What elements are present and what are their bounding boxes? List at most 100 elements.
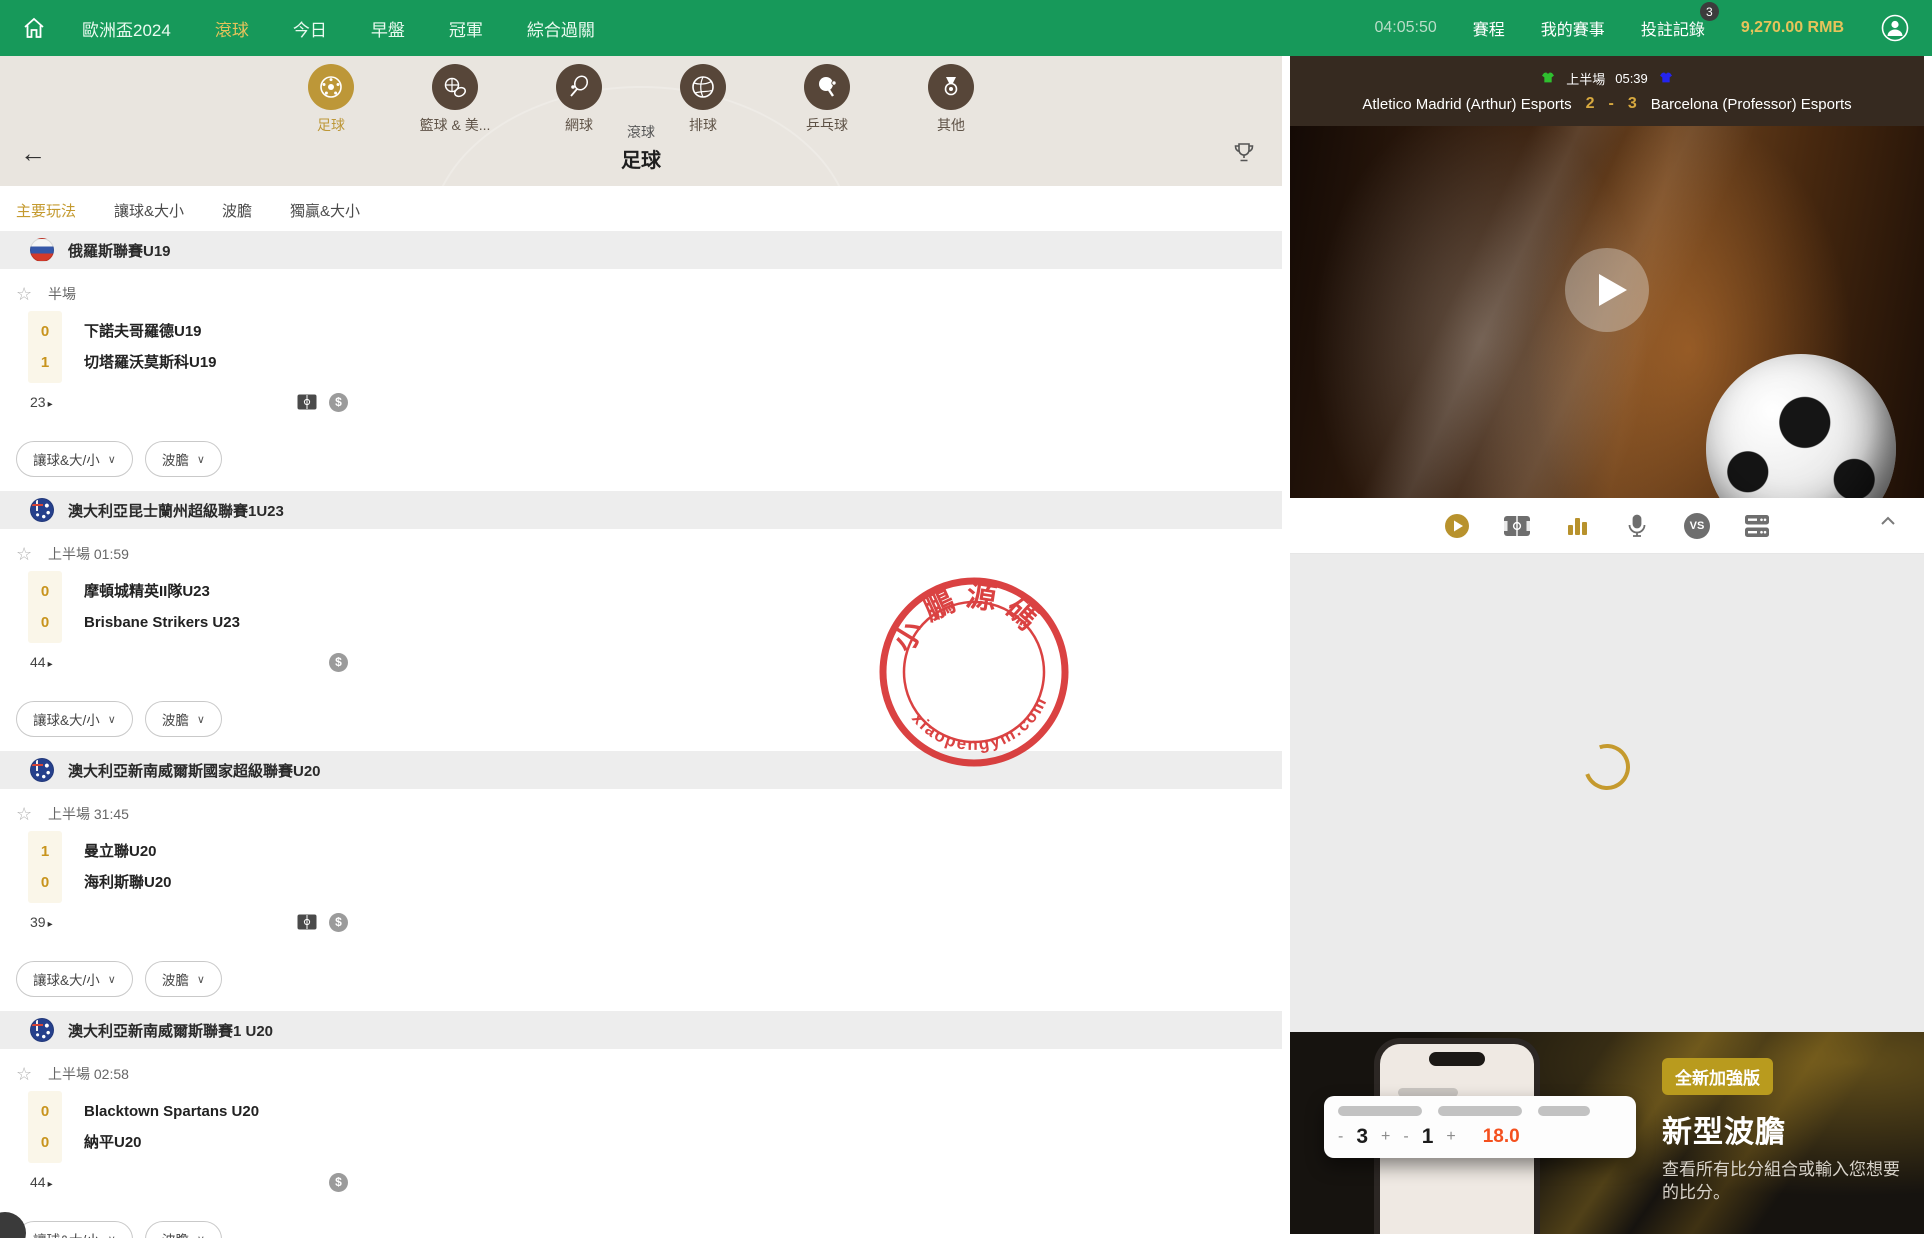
live-score-bar: 上半場 05:39 Atletico Madrid (Arthur) Espor… (1290, 56, 1924, 126)
favorite-star-icon[interactable]: ☆ (16, 804, 48, 825)
teams[interactable]: 0 1 下諾夫哥羅德U19 切塔羅沃莫斯科U19 (28, 311, 374, 383)
link-bet-records[interactable]: 投註記錄 3 (1640, 2, 1719, 40)
teams[interactable]: 1 0 曼立聯U20 海利斯聯U20 (28, 831, 374, 903)
more-markets-toggle[interactable]: 23 ▸ (30, 394, 53, 410)
nav-item[interactable]: 滾球 (215, 16, 249, 41)
basketball-icon (432, 64, 478, 110)
head-to-head-icon[interactable]: VS (1682, 511, 1712, 541)
favorite-star-icon[interactable]: ☆ (16, 284, 48, 305)
pill-correct-score[interactable]: 波膽 ∨ (144, 961, 222, 997)
live-period: 上半場 (1566, 72, 1606, 87)
commentary-mic-icon[interactable] (1622, 511, 1652, 541)
league-name: 澳大利亞新南威爾斯聯賽1 U20 (68, 1022, 274, 1040)
match-tracker-icon[interactable] (297, 914, 317, 930)
odds-column-header (594, 1055, 698, 1095)
trophy-icon[interactable] (1232, 140, 1256, 164)
bet-records-label: 投註記錄 (1640, 22, 1705, 39)
pill-label: 波膽 (162, 1229, 189, 1238)
cashout-icon[interactable]: $ (329, 1172, 348, 1192)
team2-score: 0 (40, 1134, 50, 1151)
odds-column-header (1144, 1055, 1248, 1095)
lineup-icon[interactable] (1742, 511, 1772, 541)
promo-description: 查看所有比分組合或輸入您想要的比分。 (1662, 1160, 1900, 1202)
home-icon[interactable] (22, 15, 48, 41)
odds-column (924, 535, 1028, 687)
video-play-button[interactable] (1565, 247, 1649, 332)
odds-column-header (814, 795, 918, 835)
promo-banner[interactable]: - 3 + - 1 + 18.0 全新加強版 新型波膽 查看所有比分組合或輸入您… (1290, 1032, 1924, 1234)
team1-name: Blacktown Spartans U20 (84, 1103, 260, 1120)
pill-handicap-ou[interactable]: 讓球&大/小 ∨ (16, 441, 133, 477)
odds-column-header (484, 795, 588, 835)
cashout-icon[interactable]: $ (329, 392, 348, 412)
odds-column (594, 1055, 698, 1207)
score-odds-cell (1342, 1175, 1378, 1177)
pitch-tracker-icon[interactable] (1502, 511, 1532, 541)
loading-spinner-icon (1576, 736, 1638, 798)
sport-header: ← 足球 籃球 & 美... 網球 排球 乒乓球 其他 滾球 足球 (0, 56, 1282, 186)
favorite-star-icon[interactable]: ☆ (16, 1064, 48, 1085)
plus-button: + (1381, 1128, 1391, 1145)
league-section: 澳大利亞昆士蘭州超級聯賽1U23 ☆ 上半場 01:59 0 0 摩頓城精英II… (0, 491, 1282, 751)
chevron-down-icon: ∨ (197, 1233, 205, 1238)
odds-column (594, 535, 698, 687)
pill-handicap-ou[interactable]: 讓球&大/小 ∨ (16, 1221, 133, 1238)
live-video (1290, 126, 1924, 498)
pill-correct-score[interactable]: 波膽 ∨ (144, 441, 222, 477)
pill-label: 讓球&大/小 (33, 1229, 100, 1238)
nav-item[interactable]: 歐洲盃2024 (82, 16, 171, 41)
league-header[interactable]: 澳大利亞新南威爾斯國家超級聯賽U20 (0, 751, 1282, 789)
teams[interactable]: 0 0 Blacktown Spartans U20 納平U20 (28, 1091, 374, 1163)
promo-title: 新型波膽 (1662, 1116, 1786, 1149)
nav-item[interactable]: 冠軍 (449, 16, 483, 41)
stats-chart-icon[interactable] (1562, 511, 1592, 541)
pill-label: 讓球&大/小 (33, 713, 100, 728)
more-markets-toggle[interactable]: 39 ▸ (30, 914, 53, 930)
user-avatar-icon[interactable] (1880, 13, 1910, 43)
league-header[interactable]: 俄羅斯聯賽U19 (0, 231, 1282, 269)
promo-text: 全新加強版 新型波膽 查看所有比分組合或輸入您想要的比分。 (1662, 1058, 1912, 1205)
link-schedule[interactable]: 賽程 (1473, 16, 1505, 40)
odds-column-header (594, 275, 698, 315)
pill-correct-score[interactable]: 波膽 ∨ (144, 1221, 222, 1238)
pill-handicap-ou[interactable]: 讓球&大/小 ∨ (16, 961, 133, 997)
odds-column (704, 1055, 808, 1207)
pill-handicap-ou[interactable]: 讓球&大/小 ∨ (16, 701, 133, 737)
odds-column (814, 535, 918, 687)
favorite-star-icon[interactable]: ☆ (16, 544, 48, 565)
odds-column (1034, 275, 1138, 427)
league-header[interactable]: 澳大利亞新南威爾斯聯賽1 U20 (0, 1011, 1282, 1049)
play-stream-icon[interactable] (1442, 511, 1472, 541)
nav-item[interactable]: 早盤 (371, 16, 405, 41)
link-my-matches[interactable]: 我的賽事 (1541, 16, 1605, 40)
odds-column-header (814, 275, 918, 315)
more-markets-toggle[interactable]: 44 ▸ (30, 1174, 53, 1190)
odds-column (484, 1055, 588, 1207)
chevron-up-icon[interactable] (1880, 516, 1896, 526)
market-tab[interactable]: 波膽 (222, 200, 252, 221)
chevron-down-icon: ∨ (108, 1233, 116, 1238)
odds-column-header (374, 795, 478, 835)
odds-column-header (1144, 275, 1248, 315)
nav-item[interactable]: 今日 (293, 16, 327, 41)
loading-area (1290, 554, 1924, 1032)
media-toolbar: VS (1290, 498, 1924, 554)
nav-item[interactable]: 綜合過關 (527, 16, 595, 41)
odds-column-header (1034, 1055, 1138, 1095)
market-tab[interactable]: 主要玩法 (16, 200, 76, 221)
score-odds-cell (1387, 1175, 1423, 1177)
cashout-icon[interactable]: $ (329, 652, 348, 672)
odds-column-header (924, 795, 1028, 835)
page-title-sport: 足球 (621, 150, 661, 172)
market-tab[interactable]: 獨贏&大小 (290, 200, 360, 221)
cashout-icon[interactable]: $ (329, 912, 348, 932)
teams[interactable]: 0 0 摩頓城精英II隊U23 Brisbane Strikers U23 (28, 571, 374, 643)
odds-grid (374, 795, 1248, 947)
league-section: 澳大利亞新南威爾斯國家超級聯賽U20 ☆ 上半場 31:45 1 0 曼立聯U2… (0, 751, 1282, 1011)
league-header[interactable]: 澳大利亞昆士蘭州超級聯賽1U23 (0, 491, 1282, 529)
market-tab[interactable]: 讓球&大小 (114, 200, 184, 221)
team2-name: 納平U20 (84, 1134, 142, 1151)
match-tracker-icon[interactable] (297, 394, 317, 410)
pill-correct-score[interactable]: 波膽 ∨ (144, 701, 222, 737)
more-markets-toggle[interactable]: 44 ▸ (30, 654, 53, 670)
